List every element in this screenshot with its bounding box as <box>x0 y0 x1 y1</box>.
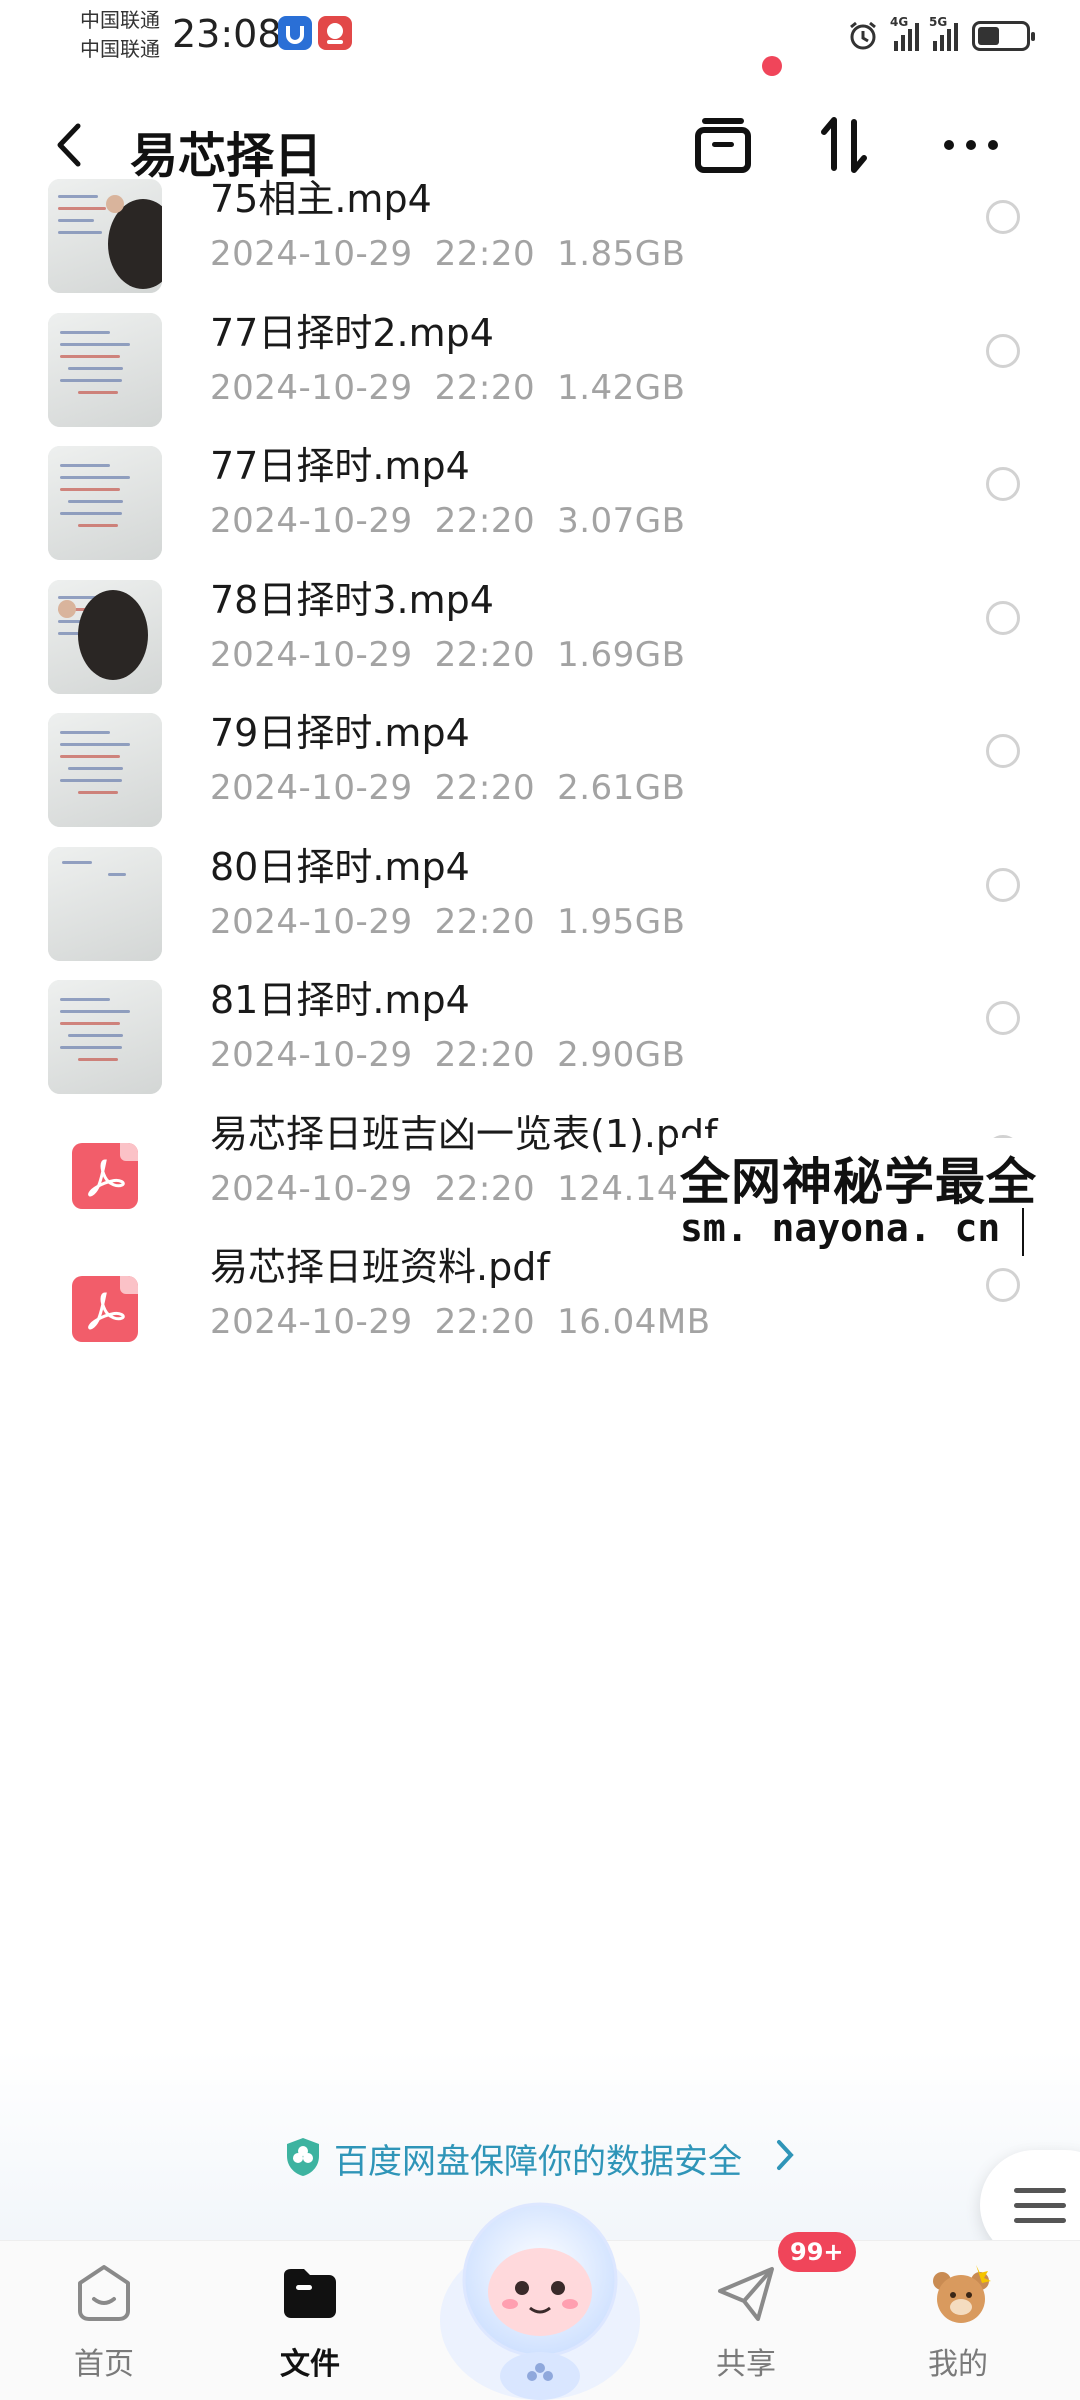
share-plane-icon <box>718 2267 774 2321</box>
watermark-line-1: 全网神秘学最全 <box>680 1153 1037 1211</box>
file-name: 75相主.mp4 <box>210 177 432 221</box>
nav-profile[interactable]: 我的 <box>888 2241 1028 2400</box>
app-notification-icon <box>318 16 352 50</box>
select-checkbox[interactable] <box>986 200 1020 234</box>
file-name: 79日择时.mp4 <box>210 711 470 755</box>
hamburger-icon <box>1014 2188 1066 2223</box>
select-checkbox[interactable] <box>986 1268 1020 1302</box>
file-name: 易芯择日班吉凶一览表(1).pdf <box>210 1112 718 1156</box>
safety-banner-text: 百度网盘保障你的数据安全 <box>334 2142 742 2182</box>
select-checkbox[interactable] <box>986 334 1020 368</box>
carrier-2: 中国联通 <box>80 37 160 61</box>
status-indicators: 4G 5G <box>846 15 1035 56</box>
file-date: 2024-10-29 <box>210 1302 413 1342</box>
signal-5g-icon: 5G <box>929 15 958 51</box>
select-checkbox[interactable] <box>986 1001 1020 1035</box>
nav-profile-label: 我的 <box>928 2347 988 2382</box>
select-checkbox[interactable] <box>986 467 1020 501</box>
select-checkbox[interactable] <box>986 868 1020 902</box>
signal-4g-icon: 4G <box>890 15 919 51</box>
file-size: 16.04MB <box>557 1302 711 1342</box>
select-checkbox[interactable] <box>986 601 1020 635</box>
text-caret <box>1022 1208 1024 1256</box>
file-meta: 2024-10-29 22:20 16.04MB <box>210 1302 733 1342</box>
watermark-line-2: sm. nayona. cn <box>680 1206 1001 1250</box>
nav-files[interactable]: 文件 <box>240 2241 380 2400</box>
status-bar: 中国联通 中国联通 23:08 4G 5G <box>0 0 1080 70</box>
app-notification-icon <box>278 16 312 50</box>
file-name: 易芯择日班资料.pdf <box>210 1245 550 1289</box>
pdf-file-icon <box>72 1276 138 1342</box>
chevron-right-icon <box>777 2140 794 2170</box>
folder-icon <box>284 2269 336 2318</box>
carrier-labels: 中国联通 中国联通 <box>80 6 160 64</box>
notification-dot <box>762 56 782 76</box>
nav-home[interactable]: 首页 <box>34 2241 174 2400</box>
select-checkbox[interactable] <box>986 734 1020 768</box>
file-time: 22:20 <box>434 1302 536 1342</box>
status-time: 23:08 <box>172 12 282 56</box>
file-name: 81日择时.mp4 <box>210 978 470 1022</box>
file-name: 78日择时3.mp4 <box>210 578 494 622</box>
mascot-icon <box>440 2202 640 2400</box>
shield-icon <box>287 2138 319 2176</box>
nav-share-label: 共享 <box>716 2347 776 2382</box>
watermark-overlay: 全网神秘学最全 sm. nayona. cn <box>676 1138 1080 1266</box>
pdf-file-icon <box>72 1143 138 1209</box>
battery-icon <box>972 21 1035 51</box>
file-name: 80日择时.mp4 <box>210 845 470 889</box>
nav-home-label: 首页 <box>74 2347 134 2382</box>
carrier-1: 中国联通 <box>80 8 160 32</box>
nav-files-label: 文件 <box>280 2347 340 2382</box>
profile-bear-icon <box>933 2265 991 2323</box>
share-count-badge: 99+ <box>778 2232 856 2272</box>
alarm-icon <box>850 21 876 50</box>
file-name: 77日择时2.mp4 <box>210 311 494 355</box>
file-name: 77日择时.mp4 <box>210 444 470 488</box>
ai-assistant-mascot[interactable] <box>430 2180 650 2400</box>
home-icon <box>78 2265 130 2321</box>
